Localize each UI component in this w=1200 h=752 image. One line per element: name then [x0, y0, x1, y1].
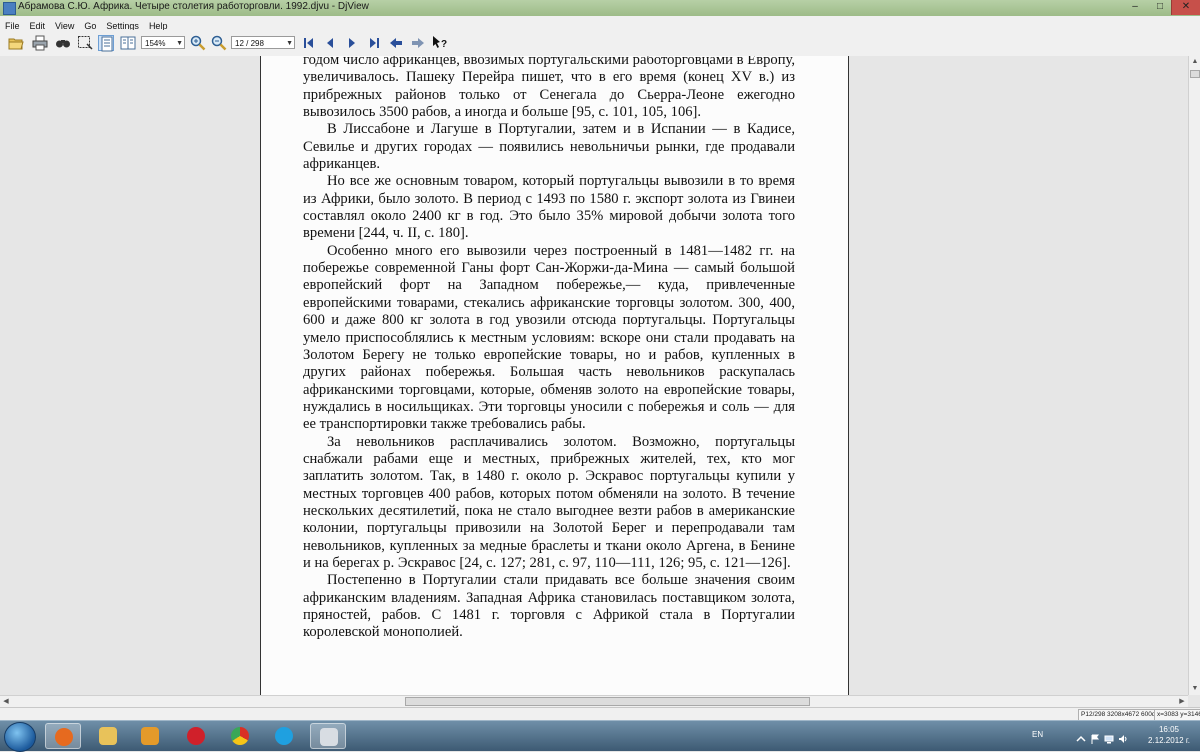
page-text: годом число африканцев, ввозимых португа…	[303, 56, 795, 642]
djview-app-icon	[3, 2, 16, 15]
svg-text:?: ?	[441, 39, 447, 50]
side-by-side-icon[interactable]	[120, 35, 136, 51]
close-button[interactable]: ✕	[1171, 0, 1200, 15]
paragraph-3: Но все же основным товаром, который порт…	[303, 173, 795, 242]
skype-icon	[275, 727, 293, 745]
scroll-down-icon[interactable]: ▼	[1189, 683, 1200, 695]
djview-icon	[320, 728, 338, 746]
first-page-icon[interactable]	[301, 35, 317, 51]
paragraph-5: За невольников расплачивались золотом. В…	[303, 433, 795, 571]
minimize-button[interactable]: –	[1122, 0, 1148, 15]
select-icon[interactable]	[77, 35, 93, 51]
last-page-icon[interactable]	[366, 35, 382, 51]
explorer-icon	[99, 727, 117, 745]
whats-this-icon[interactable]: ?	[432, 35, 448, 51]
toolbar: 154% ▼ 12 / 298 ▼ ?	[0, 30, 1200, 57]
chevron-down-icon: ▼	[286, 40, 293, 47]
vertical-scroll-thumb[interactable]	[1190, 70, 1200, 78]
opera-icon	[187, 727, 205, 745]
taskbar-media-player[interactable]	[132, 723, 168, 749]
horizontal-scroll-thumb[interactable]	[405, 697, 810, 706]
system-tray: EN 16:05 2.12.2012 г.	[1030, 721, 1200, 751]
chevron-down-icon: ▼	[176, 40, 183, 47]
document-page: годом число африканцев, ввозимых португа…	[260, 56, 849, 695]
paragraph-1: годом число африканцев, ввозимых португа…	[303, 56, 795, 121]
paragraph-2: В Лиссабоне и Лагуше в Португалии, затем…	[303, 121, 795, 173]
page-value: 12 / 298	[235, 39, 264, 48]
taskbar-djview[interactable]	[310, 723, 346, 749]
menu-bar: File Edit View Go Settings Help	[0, 16, 1200, 31]
start-button[interactable]	[4, 722, 36, 752]
status-bar: P12/298 3208x4672 600dpi x=3083 y=3146	[0, 707, 1200, 721]
scroll-up-icon[interactable]: ▲	[1189, 56, 1200, 68]
continuous-icon[interactable]	[98, 35, 114, 52]
clock[interactable]: 16:05 2.12.2012 г.	[1148, 724, 1190, 746]
media-player-icon	[141, 727, 159, 745]
taskbar-chrome[interactable]	[222, 723, 258, 749]
language-indicator[interactable]: EN	[1032, 730, 1043, 739]
maximize-button[interactable]: □	[1148, 0, 1172, 15]
window-title: Абрамова С.Ю. Африка. Четыре столетия ра…	[18, 1, 369, 12]
clock-date: 2.12.2012 г.	[1148, 736, 1190, 745]
chrome-icon	[231, 727, 249, 745]
zoom-out-icon[interactable]	[211, 35, 227, 51]
forward-icon[interactable]	[410, 35, 426, 51]
zoom-value: 154%	[145, 39, 166, 48]
find-icon[interactable]	[55, 35, 71, 51]
print-icon[interactable]	[32, 35, 48, 51]
flag-icon[interactable]	[1090, 731, 1100, 744]
zoom-in-icon[interactable]	[190, 35, 206, 51]
page-combo[interactable]: 12 / 298 ▼	[231, 36, 295, 49]
document-viewport[interactable]: годом число африканцев, ввозимых португа…	[0, 56, 1188, 695]
next-page-icon[interactable]	[344, 35, 360, 51]
volume-icon[interactable]	[1118, 731, 1128, 743]
vertical-scrollbar[interactable]: ▲ ▼	[1188, 56, 1200, 695]
paragraph-6: Постепенно в Португалии стали придавать …	[303, 572, 795, 641]
network-icon[interactable]	[1104, 731, 1114, 744]
clock-time: 16:05	[1158, 725, 1180, 734]
title-bar: Абрамова С.Ю. Африка. Четыре столетия ра…	[0, 0, 1200, 17]
taskbar: EN 16:05 2.12.2012 г.	[0, 720, 1200, 752]
open-icon[interactable]	[8, 35, 24, 51]
paragraph-4: Особенно много его вывозили через постро…	[303, 242, 795, 433]
taskbar-opera[interactable]	[178, 723, 214, 749]
previous-page-icon[interactable]	[322, 35, 338, 51]
taskbar-skype[interactable]	[266, 723, 302, 749]
back-icon[interactable]	[388, 35, 404, 51]
taskbar-explorer[interactable]	[90, 723, 126, 749]
up-arrow-icon[interactable]	[1076, 731, 1086, 742]
zoom-combo[interactable]: 154% ▼	[141, 36, 185, 49]
taskbar-firefox[interactable]	[45, 723, 81, 749]
firefox-icon	[55, 728, 73, 746]
